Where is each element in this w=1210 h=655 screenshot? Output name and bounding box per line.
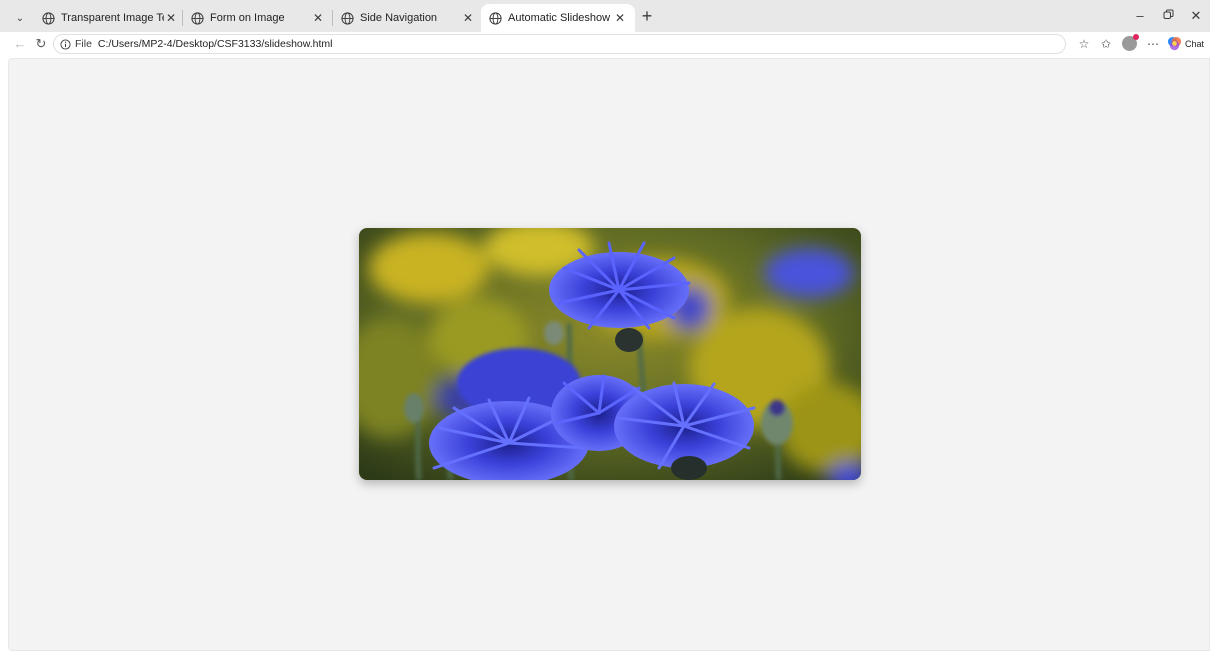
minimize-button[interactable]: – — [1130, 8, 1150, 23]
close-icon[interactable]: ✕ — [461, 11, 475, 25]
globe-icon — [489, 11, 502, 25]
refresh-button[interactable]: ↻ — [33, 36, 49, 52]
restore-icon — [1163, 9, 1173, 19]
restore-button[interactable] — [1158, 8, 1178, 23]
star-icon: ☆ — [1078, 37, 1090, 51]
profile-avatar[interactable] — [1122, 34, 1139, 51]
plus-icon: + — [641, 6, 653, 26]
arrow-left-icon: ← — [13, 36, 27, 51]
page-viewport — [8, 58, 1210, 651]
globe-icon — [341, 11, 354, 25]
favorite-button[interactable]: ☆ — [1076, 36, 1092, 52]
notification-dot — [1133, 34, 1139, 40]
tab-actions-menu-button[interactable]: ⌄ — [9, 9, 31, 27]
slideshow-container — [359, 228, 861, 480]
tab-label: Automatic Slideshow — [508, 12, 611, 24]
close-icon[interactable]: ✕ — [613, 11, 627, 25]
close-window-button[interactable]: ✕ — [1186, 8, 1206, 24]
tab-transparent-image-text[interactable]: Transparent Image Text ✕ — [34, 6, 186, 30]
tab-label: Side Navigation — [360, 12, 438, 24]
address-bar[interactable]: File C:/Users/MP2-4/Desktop/CSF3133/slid… — [53, 34, 1066, 54]
favorites-list-icon: ✩ — [1100, 37, 1112, 51]
close-icon[interactable]: ✕ — [164, 11, 178, 25]
tab-form-on-image[interactable]: Form on Image ✕ — [183, 6, 333, 30]
more-icon: ⋯ — [1147, 37, 1159, 51]
copilot-icon — [1167, 36, 1182, 51]
info-icon — [60, 38, 71, 50]
chevron-down-icon: ⌄ — [15, 12, 25, 24]
back-button[interactable]: ← — [12, 36, 28, 52]
slide-image — [359, 228, 861, 480]
settings-more-button[interactable]: ⋯ — [1145, 36, 1161, 52]
new-tab-button[interactable]: + — [638, 6, 656, 26]
url-scheme-label: File — [75, 38, 92, 50]
tab-strip: ⌄ Transparent Image Text ✕ Form on Image… — [0, 0, 1210, 32]
close-icon: ✕ — [1190, 8, 1202, 23]
globe-icon — [42, 11, 55, 25]
refresh-icon: ↻ — [35, 36, 47, 51]
copilot-label: Chat — [1185, 38, 1205, 49]
minimize-icon: – — [1136, 8, 1144, 23]
close-icon[interactable]: ✕ — [311, 11, 325, 25]
globe-icon — [191, 11, 204, 25]
url-text: C:/Users/MP2-4/Desktop/CSF3133/slideshow… — [97, 38, 333, 50]
tab-label: Form on Image — [210, 12, 285, 24]
tab-label: Transparent Image Text — [61, 12, 164, 24]
favorites-button[interactable]: ✩ — [1098, 36, 1114, 52]
tab-automatic-slideshow[interactable]: Automatic Slideshow ✕ — [481, 4, 635, 32]
copilot-chat-button[interactable]: Chat — [1167, 36, 1204, 51]
browser-window: ⌄ Transparent Image Text ✕ Form on Image… — [0, 0, 1210, 655]
tab-side-navigation[interactable]: Side Navigation ✕ — [333, 6, 483, 30]
